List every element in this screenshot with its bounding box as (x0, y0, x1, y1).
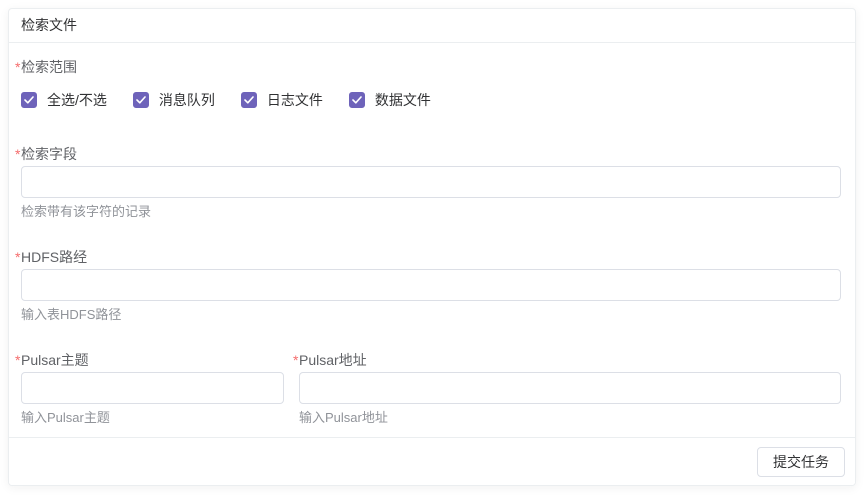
field-label-keyword: *检索字段 (15, 144, 841, 164)
check-icon (244, 96, 254, 104)
field-label-hdfs: *HDFS路经 (15, 247, 841, 267)
hdfs-path-input[interactable] (21, 269, 841, 301)
card-header: 检索文件 (9, 9, 855, 43)
scope-checkbox-row: 全选/不选 消息队列 日志文件 (21, 90, 841, 110)
checkbox-data-file[interactable]: 数据文件 (349, 90, 431, 110)
field-helper-text: 输入Pulsar主题 (21, 409, 284, 426)
field-search-scope: *检索范围 全选/不选 消息队列 (21, 57, 841, 110)
field-label-text: HDFS路经 (21, 249, 87, 265)
checkbox-log-file[interactable]: 日志文件 (241, 90, 323, 110)
checked-checkbox-icon (241, 92, 257, 108)
field-label-text: 检索字段 (21, 146, 77, 162)
pulsar-row: *Pulsar主题 输入Pulsar主题 *Pulsar地址 输入Pulsar地… (21, 350, 841, 437)
search-file-card: 检索文件 *检索范围 全选/不选 消息队列 (8, 8, 856, 486)
checkbox-label: 日志文件 (267, 90, 323, 110)
search-keyword-input[interactable] (21, 166, 841, 198)
field-search-keyword: *检索字段 检索带有该字符的记录 (21, 144, 841, 220)
field-label-text: Pulsar地址 (299, 352, 367, 368)
check-icon (24, 96, 34, 104)
field-helper-text: 输入Pulsar地址 (299, 409, 841, 426)
field-label-pulsar-address: *Pulsar地址 (293, 350, 841, 370)
submit-task-button[interactable]: 提交任务 (757, 447, 845, 477)
checkbox-message-queue[interactable]: 消息队列 (133, 90, 215, 110)
pulsar-topic-input[interactable] (21, 372, 284, 404)
pulsar-address-input[interactable] (299, 372, 841, 404)
checkbox-label: 全选/不选 (47, 90, 107, 110)
field-label-pulsar-topic: *Pulsar主题 (15, 350, 284, 370)
check-icon (136, 96, 146, 104)
card-body: *检索范围 全选/不选 消息队列 (9, 43, 855, 437)
field-helper-text: 检索带有该字符的记录 (21, 203, 841, 220)
checkbox-select-all[interactable]: 全选/不选 (21, 90, 107, 110)
field-label-text: Pulsar主题 (21, 352, 89, 368)
card-footer: 提交任务 (9, 437, 855, 485)
check-icon (352, 96, 362, 104)
checkbox-label: 数据文件 (375, 90, 431, 110)
checked-checkbox-icon (349, 92, 365, 108)
field-label-text: 检索范围 (21, 59, 77, 75)
field-label-scope: *检索范围 (15, 57, 841, 77)
field-pulsar-topic: *Pulsar主题 输入Pulsar主题 (21, 350, 284, 426)
field-helper-text: 输入表HDFS路径 (21, 306, 841, 323)
checked-checkbox-icon (21, 92, 37, 108)
card-title: 检索文件 (21, 17, 77, 33)
checked-checkbox-icon (133, 92, 149, 108)
field-pulsar-address: *Pulsar地址 输入Pulsar地址 (299, 350, 841, 426)
field-hdfs-path: *HDFS路经 输入表HDFS路径 (21, 247, 841, 323)
checkbox-label: 消息队列 (159, 90, 215, 110)
